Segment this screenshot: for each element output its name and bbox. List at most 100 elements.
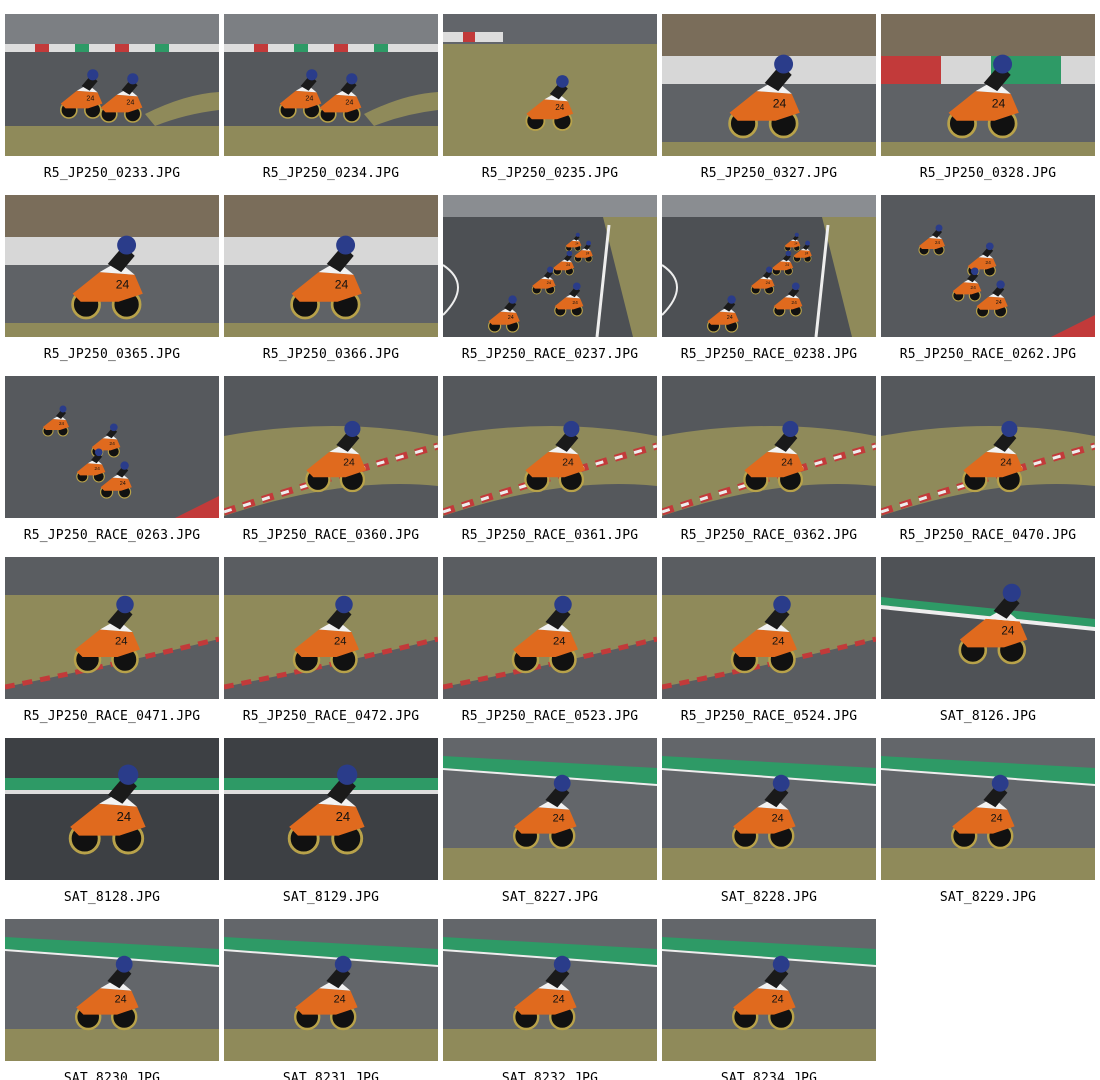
photo-filename[interactable]: R5_JP250_RACE_0262.JPG — [873, 345, 1100, 367]
svg-text:24: 24 — [791, 300, 797, 306]
photo-filename[interactable]: R5_JP250_RACE_0523.JPG — [435, 707, 665, 729]
photo-tile[interactable]: 24 R5_JP250_0328.JPG — [881, 14, 1100, 195]
photo-filename[interactable]: R5_JP250_0234.JPG — [216, 164, 446, 186]
photo-tile[interactable]: 24 SAT_8230.JPG — [5, 919, 224, 1080]
photo-filename[interactable]: SAT_8229.JPG — [873, 888, 1100, 910]
svg-text:24: 24 — [773, 96, 787, 110]
photo-thumbnail[interactable]: 24 24 24 24 — [881, 195, 1095, 337]
photo-filename[interactable]: R5_JP250_0233.JPG — [0, 164, 227, 186]
photo-filename[interactable]: SAT_8232.JPG — [435, 1069, 665, 1080]
photo-thumbnail[interactable]: 24 24 24 24 — [5, 376, 219, 518]
photo-tile[interactable]: 24 24 R5_JP250_0234.JPG — [224, 14, 443, 195]
photo-tile[interactable]: 24 R5_JP250_RACE_0362.JPG — [662, 376, 881, 557]
photo-filename[interactable]: R5_JP250_0365.JPG — [0, 345, 227, 367]
photo-filename[interactable]: R5_JP250_RACE_0263.JPG — [0, 526, 227, 548]
photo-thumbnail[interactable]: 24 — [881, 14, 1095, 156]
photo-filename[interactable]: R5_JP250_RACE_0470.JPG — [873, 526, 1100, 548]
photo-thumbnail[interactable]: 24 — [5, 919, 219, 1061]
photo-tile[interactable]: 24 24 24 24 — [662, 195, 881, 376]
photo-filename[interactable]: R5_JP250_RACE_0524.JPG — [654, 707, 884, 729]
photo-filename[interactable]: SAT_8231.JPG — [216, 1069, 446, 1080]
svg-text:24: 24 — [115, 636, 128, 648]
photo-tile[interactable]: 24 24 24 24 — [443, 195, 662, 376]
photo-tile[interactable]: 24 SAT_8228.JPG — [662, 738, 881, 919]
photo-filename[interactable]: R5_JP250_0328.JPG — [873, 164, 1100, 186]
photo-tile[interactable]: 24 SAT_8126.JPG — [881, 557, 1100, 738]
photo-thumbnail[interactable]: 24 — [881, 557, 1095, 699]
photo-tile[interactable]: 24 24 R5_JP250_0233.JPG — [5, 14, 224, 195]
photo-filename[interactable]: SAT_8227.JPG — [435, 888, 665, 910]
photo-tile[interactable]: 24 R5_JP250_0327.JPG — [662, 14, 881, 195]
photo-tile[interactable]: 24 SAT_8129.JPG — [224, 738, 443, 919]
photo-tile[interactable]: 24 R5_JP250_0235.JPG — [443, 14, 662, 195]
photo-thumbnail[interactable]: 24 — [5, 738, 219, 880]
svg-text:24: 24 — [772, 813, 784, 825]
photo-tile[interactable]: 24 SAT_8234.JPG — [662, 919, 881, 1080]
photo-filename[interactable]: R5_JP250_RACE_0362.JPG — [654, 526, 884, 548]
photo-filename[interactable]: R5_JP250_0366.JPG — [216, 345, 446, 367]
svg-text:24: 24 — [566, 263, 570, 267]
photo-thumbnail[interactable]: 24 — [881, 376, 1095, 518]
photo-filename[interactable]: R5_JP250_RACE_0238.JPG — [654, 345, 884, 367]
photo-tile[interactable]: 24 SAT_8227.JPG — [443, 738, 662, 919]
photo-thumbnail[interactable]: 24 — [443, 14, 657, 156]
photo-filename[interactable]: R5_JP250_0235.JPG — [435, 164, 665, 186]
photo-tile[interactable]: 24 R5_JP250_RACE_0470.JPG — [881, 376, 1100, 557]
photo-thumbnail[interactable]: 24 — [662, 14, 876, 156]
photo-thumbnail[interactable]: 24 — [224, 919, 438, 1061]
photo-filename[interactable]: R5_JP250_RACE_0361.JPG — [435, 526, 665, 548]
photo-thumbnail[interactable]: 24 — [443, 376, 657, 518]
photo-tile[interactable]: 24 SAT_8229.JPG — [881, 738, 1100, 919]
svg-text:24: 24 — [805, 251, 809, 255]
svg-text:24: 24 — [553, 994, 565, 1006]
photo-tile[interactable]: 24 24 24 24 R5_JP250_RACE_0263.JPG — [5, 376, 224, 557]
photo-thumbnail[interactable]: 24 — [224, 738, 438, 880]
photo-filename[interactable]: SAT_8126.JPG — [873, 707, 1100, 729]
photo-thumbnail[interactable]: 24 — [5, 195, 219, 337]
photo-thumbnail[interactable]: 24 24 — [5, 14, 219, 156]
photo-filename[interactable]: SAT_8128.JPG — [0, 888, 227, 910]
photo-thumbnail[interactable]: 24 — [443, 738, 657, 880]
photo-thumbnail[interactable]: 24 — [662, 376, 876, 518]
photo-thumbnail[interactable]: 24 — [224, 557, 438, 699]
photo-thumbnail[interactable]: 24 24 — [224, 14, 438, 156]
photo-thumbnail[interactable]: 24 — [443, 557, 657, 699]
photo-tile[interactable]: 24 R5_JP250_0366.JPG — [224, 195, 443, 376]
photo-filename[interactable]: SAT_8228.JPG — [654, 888, 884, 910]
photo-thumbnail[interactable]: 24 — [5, 557, 219, 699]
photo-thumbnail[interactable]: 24 24 24 24 — [662, 195, 876, 337]
photo-filename[interactable]: R5_JP250_RACE_0472.JPG — [216, 707, 446, 729]
photo-tile[interactable]: 24 R5_JP250_RACE_0524.JPG — [662, 557, 881, 738]
photo-tile[interactable]: 24 R5_JP250_RACE_0360.JPG — [224, 376, 443, 557]
photo-thumbnail[interactable]: 24 — [443, 919, 657, 1061]
svg-text:24: 24 — [335, 277, 349, 291]
svg-text:24: 24 — [572, 300, 578, 306]
photo-filename[interactable]: SAT_8230.JPG — [0, 1069, 227, 1080]
photo-thumbnail[interactable]: 24 — [881, 738, 1095, 880]
photo-tile[interactable]: 24 24 24 24 R5_JP250_RACE_0262.JPG — [881, 195, 1100, 376]
photo-tile[interactable]: 24 R5_JP250_RACE_0471.JPG — [5, 557, 224, 738]
photo-tile[interactable]: 24 R5_JP250_RACE_0361.JPG — [443, 376, 662, 557]
photo-filename[interactable]: R5_JP250_RACE_0471.JPG — [0, 707, 227, 729]
svg-text:24: 24 — [991, 813, 1003, 825]
photo-thumbnail[interactable]: 24 — [224, 195, 438, 337]
photo-thumbnail[interactable]: 24 — [662, 557, 876, 699]
photo-thumbnail[interactable]: 24 — [224, 376, 438, 518]
photo-tile[interactable]: 24 SAT_8232.JPG — [443, 919, 662, 1080]
photo-tile[interactable]: 24 R5_JP250_0365.JPG — [5, 195, 224, 376]
photo-tile[interactable]: 24 SAT_8231.JPG — [224, 919, 443, 1080]
photo-thumbnail[interactable]: 24 24 24 24 — [443, 195, 657, 337]
photo-filename[interactable]: SAT_8234.JPG — [654, 1069, 884, 1080]
svg-text:24: 24 — [772, 994, 784, 1006]
photo-thumbnail[interactable]: 24 — [662, 919, 876, 1061]
photo-thumbnail[interactable]: 24 — [662, 738, 876, 880]
photo-filename[interactable]: R5_JP250_RACE_0237.JPG — [435, 345, 665, 367]
photo-filename[interactable]: R5_JP250_0327.JPG — [654, 164, 884, 186]
photo-tile[interactable]: 24 R5_JP250_RACE_0523.JPG — [443, 557, 662, 738]
svg-text:24: 24 — [935, 240, 941, 245]
photo-filename[interactable]: SAT_8129.JPG — [216, 888, 446, 910]
photo-tile[interactable]: 24 R5_JP250_RACE_0472.JPG — [224, 557, 443, 738]
photo-tile[interactable]: 24 SAT_8128.JPG — [5, 738, 224, 919]
svg-text:24: 24 — [508, 315, 514, 321]
photo-filename[interactable]: R5_JP250_RACE_0360.JPG — [216, 526, 446, 548]
